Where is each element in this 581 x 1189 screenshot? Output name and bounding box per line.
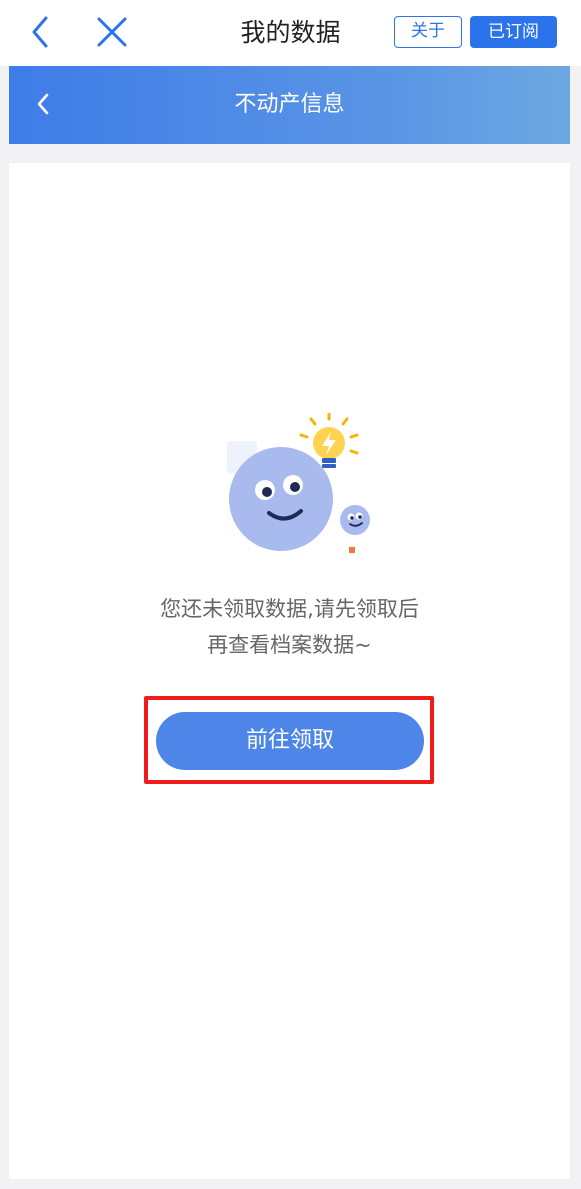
section-header: 不动产信息 [9, 66, 570, 144]
close-icon[interactable] [92, 12, 132, 52]
go-claim-button[interactable]: 前往领取 [156, 712, 424, 770]
top-bar: 我的数据 关于 已订阅 [0, 0, 581, 66]
empty-state-illustration-icon [225, 411, 385, 563]
back-icon[interactable] [22, 12, 62, 52]
subscribed-button[interactable]: 已订阅 [470, 16, 557, 48]
about-button[interactable]: 关于 [394, 16, 462, 48]
empty-state-line-2: 再查看档案数据~ [207, 633, 372, 657]
section-title: 不动产信息 [234, 92, 345, 117]
empty-state-message: 您还未领取数据,请先领取后 再查看档案数据~ [9, 591, 570, 663]
empty-state-line-1: 您还未领取数据,请先领取后 [160, 597, 419, 621]
content-panel: 您还未领取数据,请先领取后 再查看档案数据~ 前往领取 [9, 163, 570, 1179]
